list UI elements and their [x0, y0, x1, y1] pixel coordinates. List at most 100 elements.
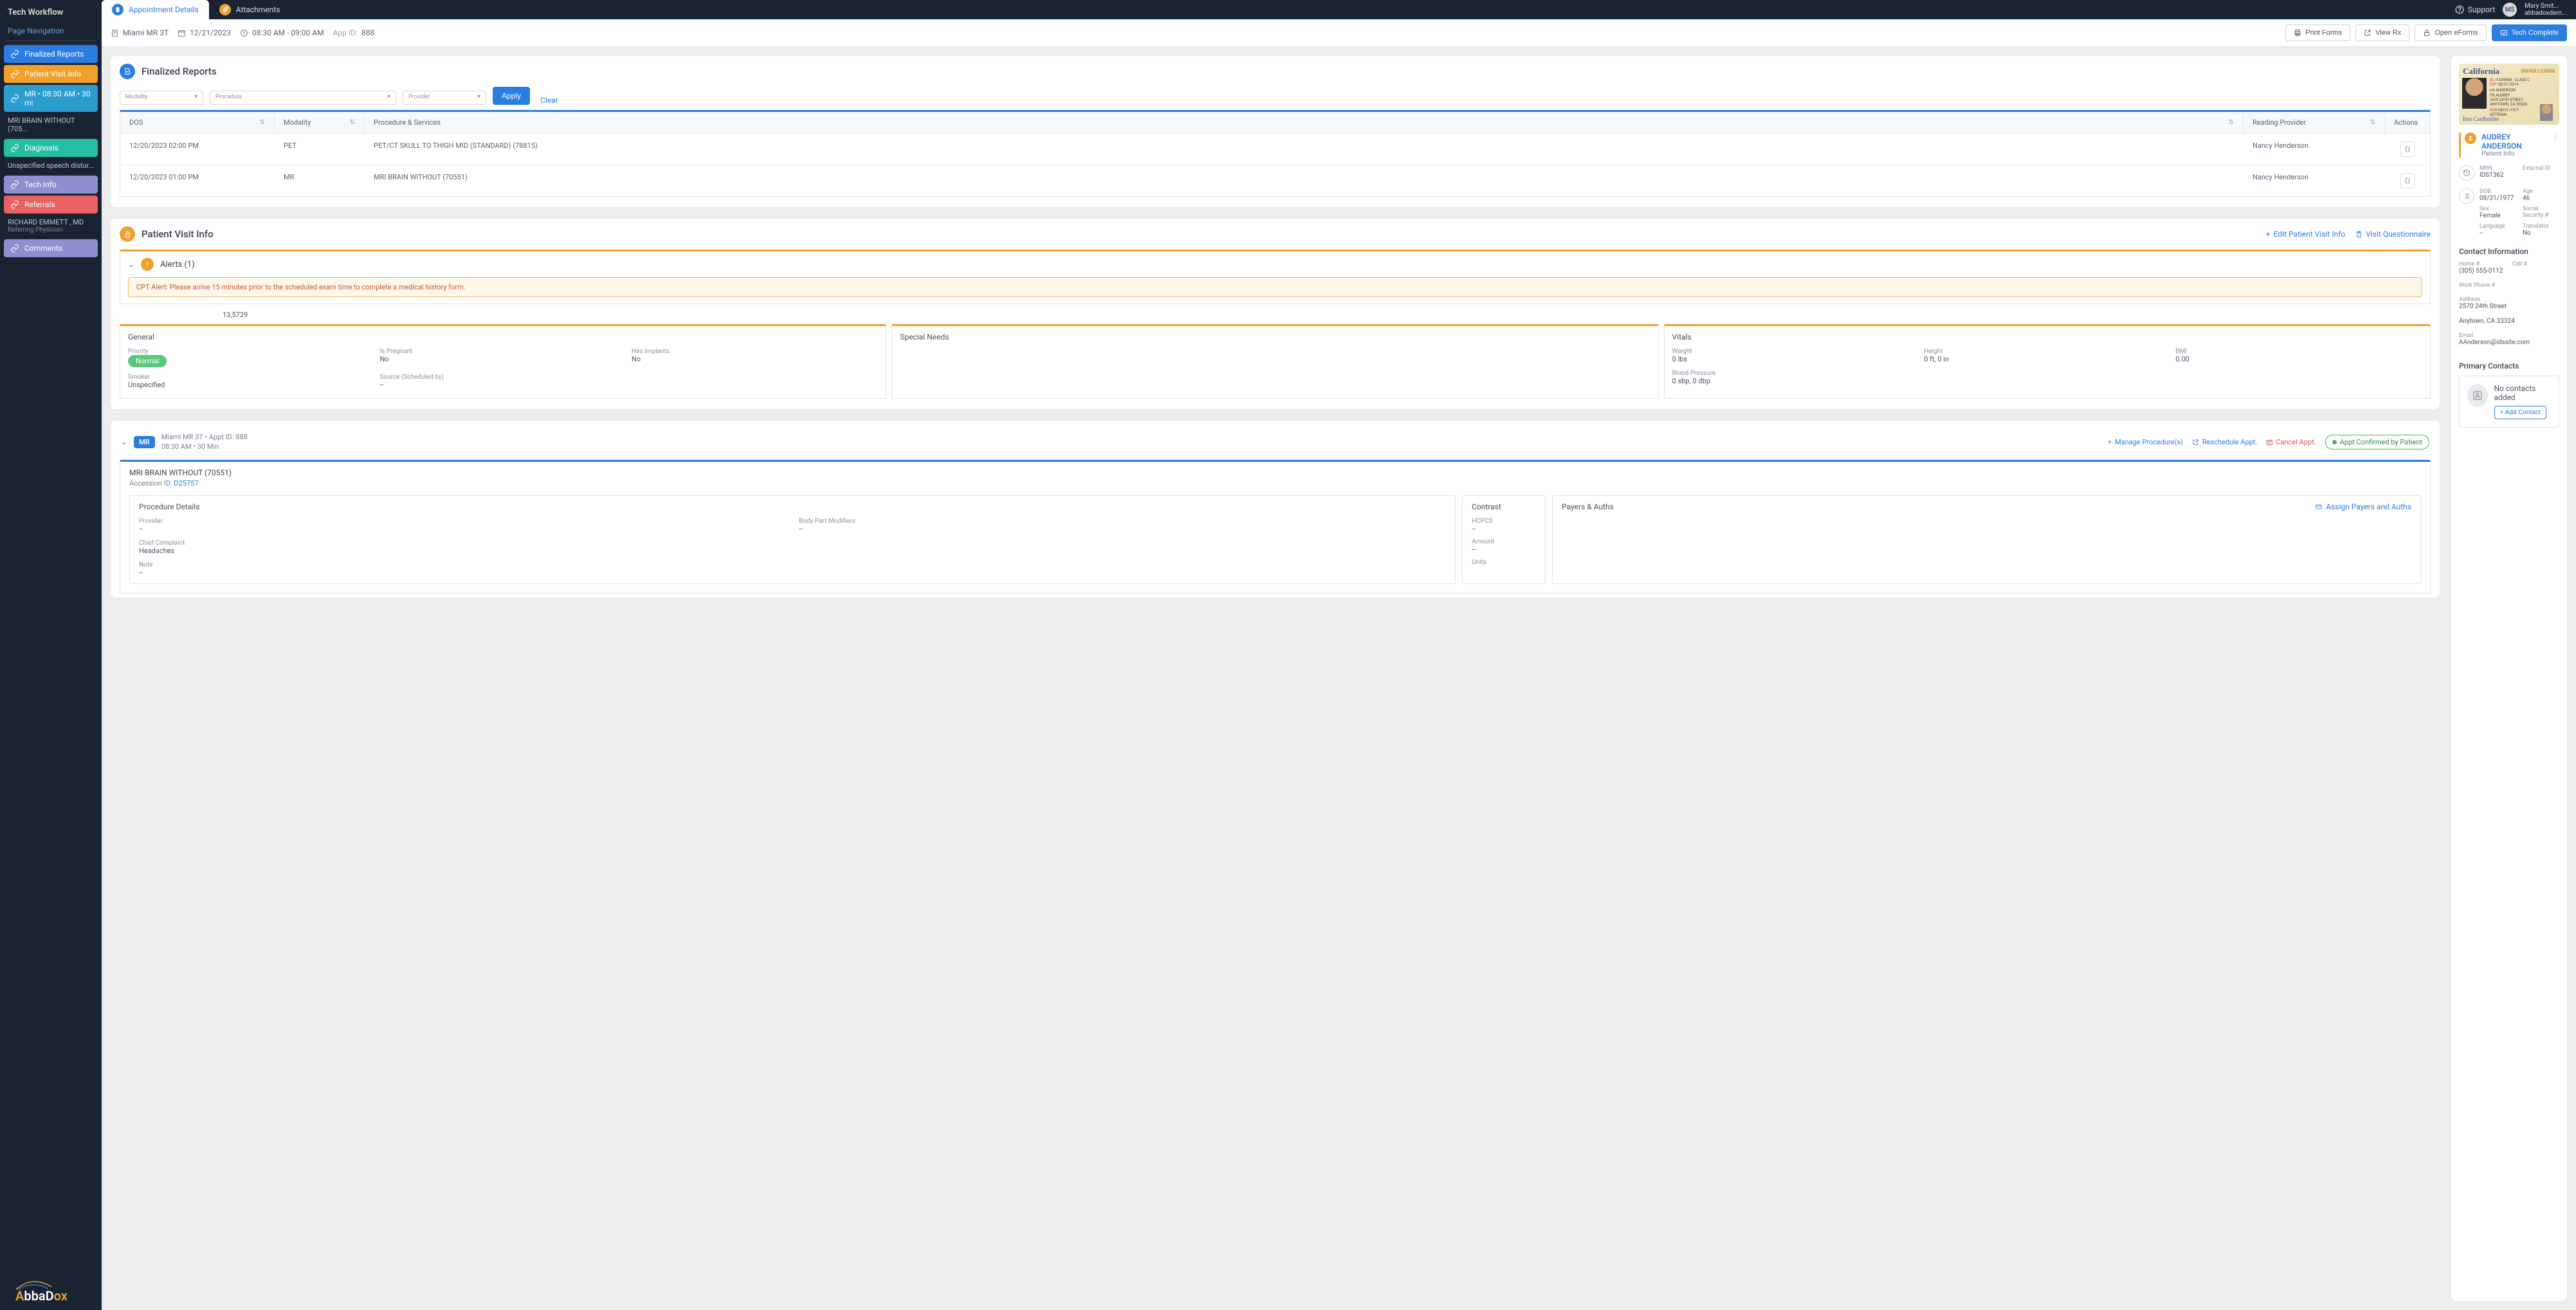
modality-badge: MR	[134, 436, 155, 448]
license-type: DRIVER LICENSE	[2521, 69, 2555, 74]
lock-icon	[120, 226, 135, 242]
label-amount: Amount	[1472, 538, 1536, 545]
label-ssn: Social Security #	[2523, 206, 2559, 219]
workflow-title: Tech Workflow	[0, 5, 102, 24]
label-extid: External ID	[2523, 165, 2559, 172]
filter-modality[interactable]: Modality ▾	[120, 91, 203, 105]
user-name: Mary Smit...	[2525, 3, 2567, 10]
sidebar-item-finalized[interactable]: Finalized Reports	[4, 45, 98, 63]
add-contact-button[interactable]: + Add Contact	[2494, 406, 2546, 419]
label-dob: DOB	[2480, 188, 2516, 195]
panel-title: Vitals	[1672, 332, 2422, 341]
accession-link[interactable]: D25757	[174, 479, 198, 487]
tab-appointment-details[interactable]: Appointment Details	[102, 0, 209, 19]
tab-label: Appointment Details	[129, 5, 199, 14]
td-dos: 12/20/2023 02:00 PM	[120, 134, 275, 165]
reschedule-link[interactable]: Reschedule Appt.	[2192, 438, 2257, 446]
questionnaire-link[interactable]: Visit Questionnaire	[2355, 230, 2431, 239]
tab-attachments[interactable]: Attachments	[209, 0, 291, 19]
link-icon	[10, 244, 19, 253]
history-icon[interactable]	[2459, 165, 2474, 181]
support-link[interactable]: Support	[2455, 5, 2495, 14]
manage-procedure-link[interactable]: + Manage Procedure(s)	[2108, 438, 2183, 446]
label-home: Home #	[2459, 261, 2506, 268]
caret-down-icon: ▾	[477, 93, 480, 100]
val-amount: --	[1472, 545, 1536, 554]
clear-link[interactable]: Clear	[536, 96, 562, 105]
btn-label: Open eForms	[2434, 29, 2478, 37]
sort-icon[interactable]: ⇅	[2370, 119, 2375, 126]
assign-payers-link[interactable]: Assign Payers and Auths	[2315, 502, 2411, 511]
th-modality[interactable]: Modality⇅	[275, 112, 365, 133]
link-icon	[10, 143, 19, 152]
appt-time: 08:30 AM	[161, 442, 192, 451]
td-mod: MR	[275, 165, 365, 196]
user-org: abbadoxdem...	[2525, 10, 2567, 17]
paperclip-icon	[219, 4, 231, 15]
print-forms-button[interactable]: Print Forms	[2285, 24, 2350, 41]
ctx-time: 08:30 AM - 09:00 AM	[240, 28, 324, 37]
card-title: Finalized Reports	[142, 66, 217, 77]
th-procedure[interactable]: Procedure & Services⇅	[365, 112, 2243, 133]
lock-icon	[2423, 29, 2431, 37]
user-avatar[interactable]: MS	[2503, 3, 2517, 17]
val-lang: --	[2480, 230, 2516, 237]
val-body: --	[799, 525, 1446, 533]
val-hcpcs: --	[1472, 525, 1536, 533]
clipboard-icon	[2355, 231, 2362, 238]
label-source: Source (Scheduled by)	[379, 374, 878, 381]
panel-title: General	[128, 332, 878, 341]
cancel-link[interactable]: Cancel Appt.	[2266, 438, 2316, 446]
caret-down-icon: ▾	[194, 93, 197, 100]
patient-sidebar: California DRIVER LICENSE DL I1234568 CL…	[2451, 56, 2567, 1301]
view-rx-button[interactable]: View Rx	[2355, 24, 2409, 41]
apply-button[interactable]: Apply	[493, 87, 530, 105]
tech-complete-button[interactable]: Tech Complete	[2492, 24, 2567, 41]
page-nav-heading: Page Navigation	[0, 24, 102, 41]
row-action-button[interactable]	[2400, 173, 2415, 188]
edit-visit-link[interactable]: + Edit Patient Visit Info	[2266, 230, 2345, 239]
filter-label: Procedure	[215, 94, 390, 100]
link-icon	[10, 94, 19, 103]
row-action-button[interactable]	[2400, 141, 2415, 157]
calendar-icon	[178, 29, 186, 37]
kebab-menu-icon[interactable]: ⋮	[2552, 132, 2559, 141]
filter-label: Modality	[125, 94, 197, 100]
th-reading[interactable]: Reading Provider⇅	[2243, 112, 2385, 133]
table-row: 12/20/2023 01:00 PM MR MRI BRAIN WITHOUT…	[120, 165, 2430, 196]
label-translator: Translator	[2523, 223, 2559, 230]
label-sex: Sex	[2480, 206, 2516, 212]
label-lang: Language	[2480, 223, 2516, 230]
open-eforms-button[interactable]: Open eForms	[2415, 24, 2486, 41]
sort-icon[interactable]: ⇅	[350, 119, 355, 126]
time-text: 08:30 AM - 09:00 AM	[252, 28, 324, 37]
location-icon	[111, 29, 119, 37]
list-icon[interactable]	[2459, 188, 2474, 204]
btn-label: Print Forms	[2305, 29, 2342, 37]
sidebar-item-visit[interactable]: Patient Visit Info	[4, 65, 98, 83]
content-main[interactable]: Finalized Reports Modality ▾ Procedure ▾…	[111, 56, 2442, 1301]
chevron-down-icon[interactable]: ⌄	[121, 437, 127, 446]
val-note: --	[139, 569, 786, 577]
general-panel: General Priority Normal Is Pregnant No	[120, 324, 886, 399]
contrast-panel: Contrast HCPCS -- Amount --	[1462, 495, 1546, 584]
status-dot-icon	[2332, 440, 2337, 444]
sidebar-item-diagnosis[interactable]: Diagnosis	[4, 139, 98, 157]
card-title: Patient Visit Info	[142, 228, 214, 240]
sidebar-item-mr[interactable]: MR • 08:30 AM • 30 mi	[4, 85, 98, 112]
sidebar-item-comments[interactable]: Comments	[4, 239, 98, 257]
sort-icon[interactable]: ⇅	[2229, 119, 2234, 126]
license-photo	[2462, 78, 2487, 109]
sort-icon[interactable]: ⇅	[260, 119, 265, 126]
filter-provider[interactable]: Provider ▾	[403, 91, 486, 105]
link-icon	[10, 200, 19, 209]
th-dos[interactable]: DOS⇅	[120, 112, 275, 133]
filter-procedure[interactable]: Procedure ▾	[210, 91, 396, 105]
val-dob: 08/31/1977	[2480, 195, 2516, 202]
alerts-toggle[interactable]: ⌄ ! Alerts (1)	[128, 258, 2422, 271]
label-smoker: Smoker	[128, 374, 374, 381]
sidebar-item-techinfo[interactable]: Tech Info	[4, 176, 98, 194]
sidebar-item-referrals[interactable]: Referrals	[4, 196, 98, 214]
card-icon	[2315, 504, 2323, 510]
sidebar-sub-ref: RICHARD EMMETT , MD Referring Physician	[0, 215, 102, 237]
